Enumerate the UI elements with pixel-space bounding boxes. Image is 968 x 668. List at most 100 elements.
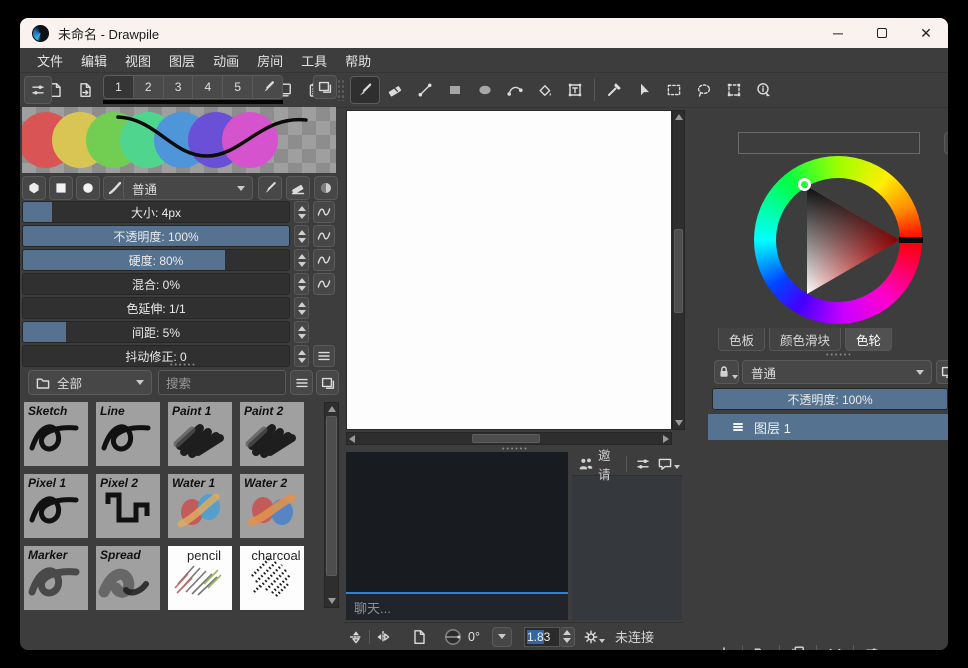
spinner[interactable]	[294, 345, 309, 367]
spinner[interactable]	[294, 249, 309, 271]
color-tab-颜色滑块[interactable]: 颜色滑块	[769, 328, 841, 351]
preset-scrollbar-thumb[interactable]	[326, 416, 337, 576]
brush-slot-3[interactable]: 3	[164, 76, 194, 98]
layer-row[interactable]: 图层 1	[708, 414, 948, 440]
brush-slot-2[interactable]: 2	[134, 76, 164, 98]
scroll-down-arrow[interactable]	[325, 595, 338, 607]
color-picker-tool-button[interactable]	[599, 76, 629, 104]
menu-item-图层[interactable]: 图层	[160, 49, 204, 72]
slider[interactable]: 间距: 5%	[22, 321, 290, 343]
lasso-select-tool-button[interactable]	[689, 76, 719, 104]
eraser-slot[interactable]	[253, 76, 282, 98]
brush-preset-Water 1[interactable]: Water 1	[168, 474, 232, 538]
circle-shape-button[interactable]	[76, 176, 100, 200]
minimize-button[interactable]: ─	[816, 18, 860, 48]
zoom-spinner[interactable]	[560, 627, 575, 647]
zoom-input[interactable]: 1.83	[524, 627, 560, 647]
brush-preset-Pixel 1[interactable]: Pixel 1	[24, 474, 88, 538]
menu-item-工具[interactable]: 工具	[292, 49, 336, 72]
canvas-hscrollbar-thumb[interactable]	[472, 434, 540, 443]
color-dock-float-button[interactable]	[944, 132, 948, 154]
plus-layer-button[interactable]	[712, 641, 736, 650]
layer-opacity-slider[interactable]: 不透明度: 100%	[712, 388, 948, 410]
slider[interactable]: 硬度: 80%	[22, 249, 290, 271]
invite-button[interactable]: 邀请	[572, 454, 620, 474]
preset-dock-float-button[interactable]	[316, 370, 339, 395]
color-wheel[interactable]	[754, 156, 922, 324]
maximize-button[interactable]	[860, 18, 904, 48]
brush-slot-1[interactable]: 1	[104, 76, 134, 98]
scroll-right-arrow[interactable]	[663, 435, 669, 443]
flip-vertical-button[interactable]	[344, 629, 367, 645]
open-file-tool-button[interactable]	[70, 76, 100, 104]
canvas[interactable]	[346, 110, 672, 430]
brush-preset-Marker[interactable]: Marker	[24, 546, 88, 610]
pen-button[interactable]	[258, 176, 282, 200]
input-curve-button[interactable]	[313, 249, 335, 271]
line-tool-button[interactable]	[410, 76, 440, 104]
reference-page-button[interactable]	[408, 629, 430, 645]
slider[interactable]: 大小: 4px	[22, 201, 290, 223]
scroll-down-arrow[interactable]	[673, 417, 684, 429]
eraser-tool-button[interactable]	[380, 76, 410, 104]
input-curve-button[interactable]	[313, 201, 335, 223]
menu-item-视图[interactable]: 视图	[116, 49, 160, 72]
splitter-handle[interactable]: ••••••	[826, 352, 853, 359]
canvas-vscrollbar[interactable]	[672, 110, 685, 430]
preset-search-input[interactable]: 搜索	[158, 370, 286, 395]
color-hex-input[interactable]	[738, 132, 920, 154]
input-curve-button[interactable]	[313, 273, 335, 295]
brush-dock-float-button[interactable]	[313, 75, 337, 99]
alpha-circle-button[interactable]	[314, 176, 338, 200]
rect-select-tool-button[interactable]	[659, 76, 689, 104]
preset-category-dropdown[interactable]: 全部	[28, 370, 152, 395]
preset-menu-button[interactable]	[290, 370, 313, 395]
brush-preset-Pixel 2[interactable]: Pixel 2	[96, 474, 160, 538]
color-triangle[interactable]	[754, 156, 922, 324]
text-tool-button[interactable]	[560, 76, 590, 104]
spinner[interactable]	[294, 297, 309, 319]
blob-shape-button[interactable]	[22, 176, 46, 200]
eraser-slash-button[interactable]	[286, 176, 310, 200]
brush-preset-Sketch[interactable]: Sketch	[24, 402, 88, 466]
spinner[interactable]	[294, 321, 309, 343]
scroll-up-arrow[interactable]	[673, 111, 684, 123]
menu-item-动画[interactable]: 动画	[204, 49, 248, 72]
slider[interactable]: 色延伸: 1/1	[22, 297, 290, 319]
brush-slot-5[interactable]: 5	[223, 76, 253, 98]
input-curve-button[interactable]	[313, 225, 335, 247]
fill-tool-button[interactable]	[530, 76, 560, 104]
brush-slot-4[interactable]: 4	[193, 76, 223, 98]
transform-select-tool-button[interactable]	[719, 76, 749, 104]
menu-item-房间[interactable]: 房间	[248, 49, 292, 72]
delete-layer-button[interactable]	[940, 640, 948, 650]
color-tab-色轮[interactable]: 色轮	[845, 328, 892, 351]
props-layer-button[interactable]	[860, 641, 884, 650]
brush-preset-Line[interactable]: Line	[96, 402, 160, 466]
layer-blend-mode-dropdown[interactable]: 普通	[742, 360, 932, 384]
mirror-button[interactable]	[372, 629, 394, 645]
toolbar-grip[interactable]	[337, 79, 345, 101]
layer-dock-float-button[interactable]	[936, 360, 948, 384]
canvas-vscrollbar-thumb[interactable]	[674, 229, 683, 313]
menu-item-文件[interactable]: 文件	[28, 49, 72, 72]
layer-lock-button[interactable]	[714, 360, 739, 384]
brush-preset-Spread[interactable]: Spread	[96, 546, 160, 610]
square-shape-button[interactable]	[49, 176, 73, 200]
merge-down-layer-button[interactable]	[823, 641, 847, 650]
preset-scrollbar[interactable]	[324, 402, 339, 608]
scroll-up-arrow[interactable]	[325, 403, 338, 415]
folder-plus-layer-button[interactable]	[749, 641, 773, 650]
chat-input[interactable]: 聊天...	[346, 594, 568, 620]
color-tab-色板[interactable]: 色板	[718, 328, 765, 351]
chat-log[interactable]	[346, 452, 568, 592]
spinner[interactable]	[294, 201, 309, 223]
slider[interactable]: 混合: 0%	[22, 273, 290, 295]
selection-arrow-tool-button[interactable]	[629, 76, 659, 104]
menu-item-编辑[interactable]: 编辑	[72, 49, 116, 72]
stabilizer-menu-button[interactable]	[313, 345, 335, 367]
ellipse-tool-button[interactable]	[470, 76, 500, 104]
brush-preset-Paint 2[interactable]: Paint 2	[240, 402, 304, 466]
zoom-options-button[interactable]	[583, 629, 605, 645]
close-button[interactable]: ✕	[904, 18, 948, 48]
